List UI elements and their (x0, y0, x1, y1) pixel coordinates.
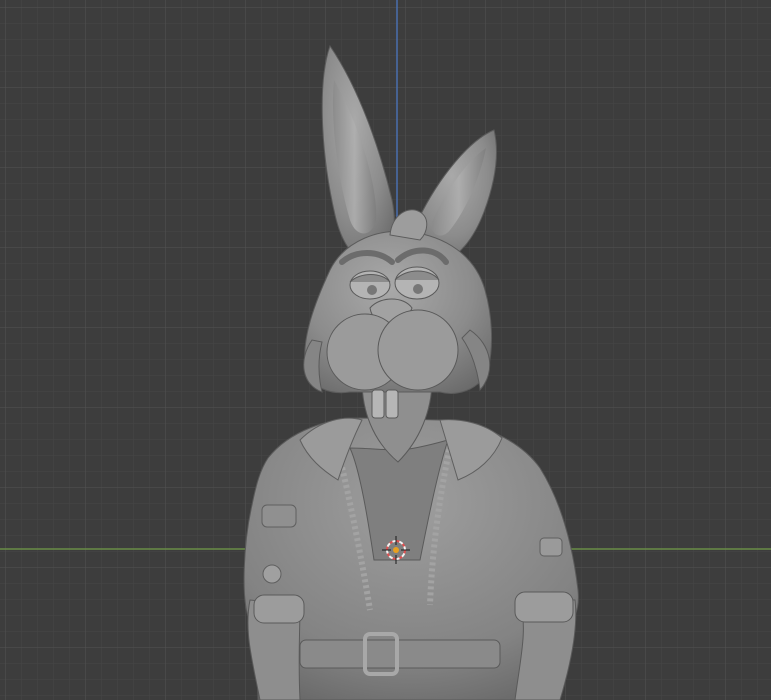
button-1 (262, 564, 282, 584)
viewport-canvas[interactable] (0, 0, 771, 700)
left-pupil (367, 285, 377, 295)
3d-viewport[interactable] (0, 0, 771, 700)
belt (299, 639, 501, 669)
muzzle-right (377, 309, 459, 391)
tooth-right (385, 389, 399, 419)
right-pupil (413, 284, 423, 294)
sleeve-patch (539, 537, 563, 557)
chest-pocket (261, 504, 297, 528)
tooth-left (371, 389, 385, 419)
left-cuff (253, 594, 305, 624)
right-cuff (514, 591, 574, 623)
